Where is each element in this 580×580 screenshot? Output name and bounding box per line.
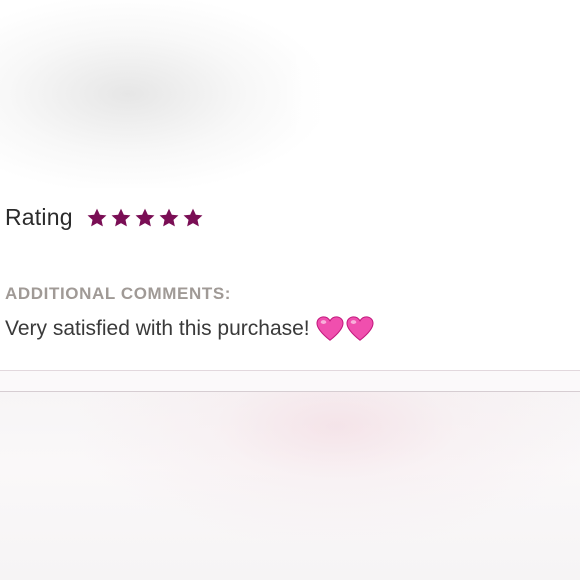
rating-label: Rating bbox=[5, 204, 73, 230]
pink-heart-icon bbox=[316, 316, 344, 341]
star-rating bbox=[86, 207, 204, 229]
blurred-image-bottom bbox=[0, 392, 580, 580]
star-icon bbox=[87, 208, 107, 226]
comment-row: Very satisfied with this purchase! bbox=[5, 316, 374, 342]
review-card: Rating ADDITIONAL COMMENTS: Very satisfi… bbox=[0, 188, 580, 370]
comment-emoji bbox=[316, 316, 374, 342]
star-icon bbox=[111, 208, 131, 226]
star-icon bbox=[159, 208, 179, 226]
star-icon bbox=[135, 208, 155, 226]
review-screenshot: Rating ADDITIONAL COMMENTS: Very satisfi… bbox=[0, 0, 580, 580]
comment-text: Very satisfied with this purchase! bbox=[5, 317, 310, 340]
section-divider bbox=[0, 370, 580, 392]
star-icon bbox=[183, 208, 203, 226]
blur-fade bbox=[0, 0, 580, 188]
additional-comments-heading: ADDITIONAL COMMENTS: bbox=[5, 284, 232, 303]
pink-heart-icon bbox=[346, 316, 374, 341]
rating-row: Rating bbox=[5, 204, 204, 231]
